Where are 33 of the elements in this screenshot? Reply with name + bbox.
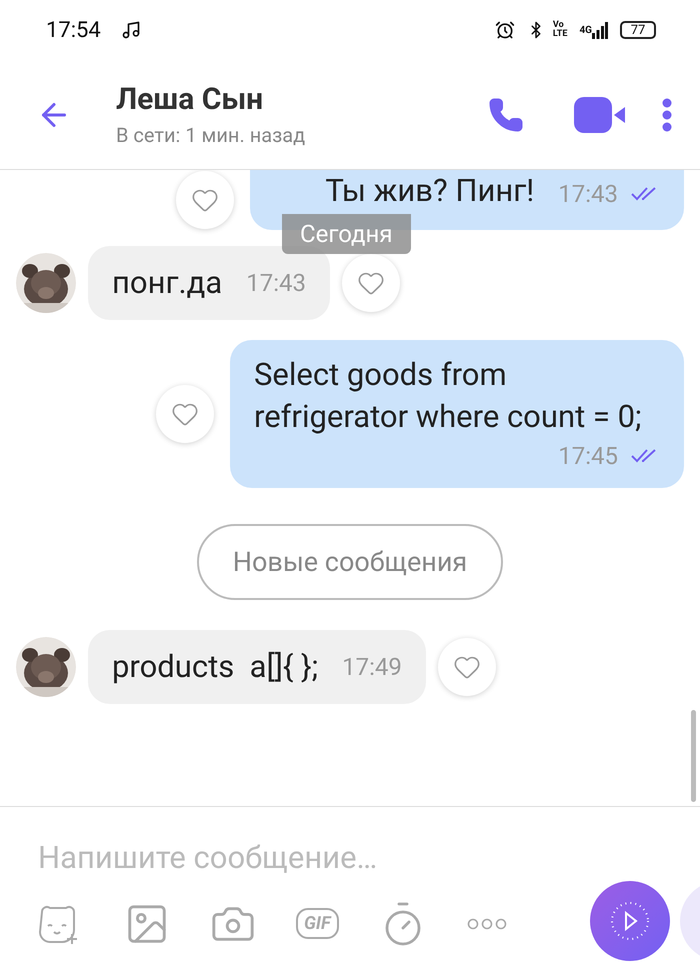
like-button[interactable] — [156, 385, 214, 443]
like-button[interactable] — [176, 171, 234, 229]
more-icon — [662, 98, 672, 132]
message-time: 17:49 — [342, 652, 402, 683]
message-time: 17:45 — [558, 441, 618, 472]
music-note-icon — [120, 20, 141, 40]
more-icon[interactable] — [466, 918, 507, 930]
message-time: 17:43 — [558, 179, 618, 210]
play-icon — [610, 901, 650, 941]
status-time: 17:54 — [46, 16, 101, 44]
contact-status: В сети: 1 мин. назад — [116, 122, 306, 148]
message-text: Select goods from refrigerator where count = 0; — [254, 356, 642, 435]
message-input[interactable]: Напишите сообщение… — [38, 835, 558, 882]
more-button[interactable] — [662, 98, 672, 132]
contact-name: Леша Сын — [116, 80, 264, 118]
phone-icon — [488, 96, 524, 132]
date-chip: Сегодня — [282, 214, 411, 254]
signal-icon — [592, 21, 608, 39]
like-button[interactable] — [438, 638, 496, 696]
battery-indicator: 77 — [620, 21, 656, 39]
call-button[interactable] — [488, 96, 524, 132]
like-button[interactable] — [342, 254, 400, 312]
volte-text: LTE — [552, 30, 568, 39]
volte-text: Vo — [552, 21, 564, 30]
message-time: 17:43 — [246, 268, 306, 299]
alarm-icon — [494, 20, 515, 40]
message-text: Ты жив? Пинг! — [325, 171, 534, 211]
message-text: products a[]{ }; — [112, 646, 318, 687]
network-text: 4G — [579, 24, 592, 38]
gif-button[interactable]: GIF — [296, 908, 339, 939]
message-text: понг.да — [112, 262, 222, 303]
video-call-button[interactable] — [574, 96, 626, 132]
video-camera-icon — [574, 96, 626, 132]
